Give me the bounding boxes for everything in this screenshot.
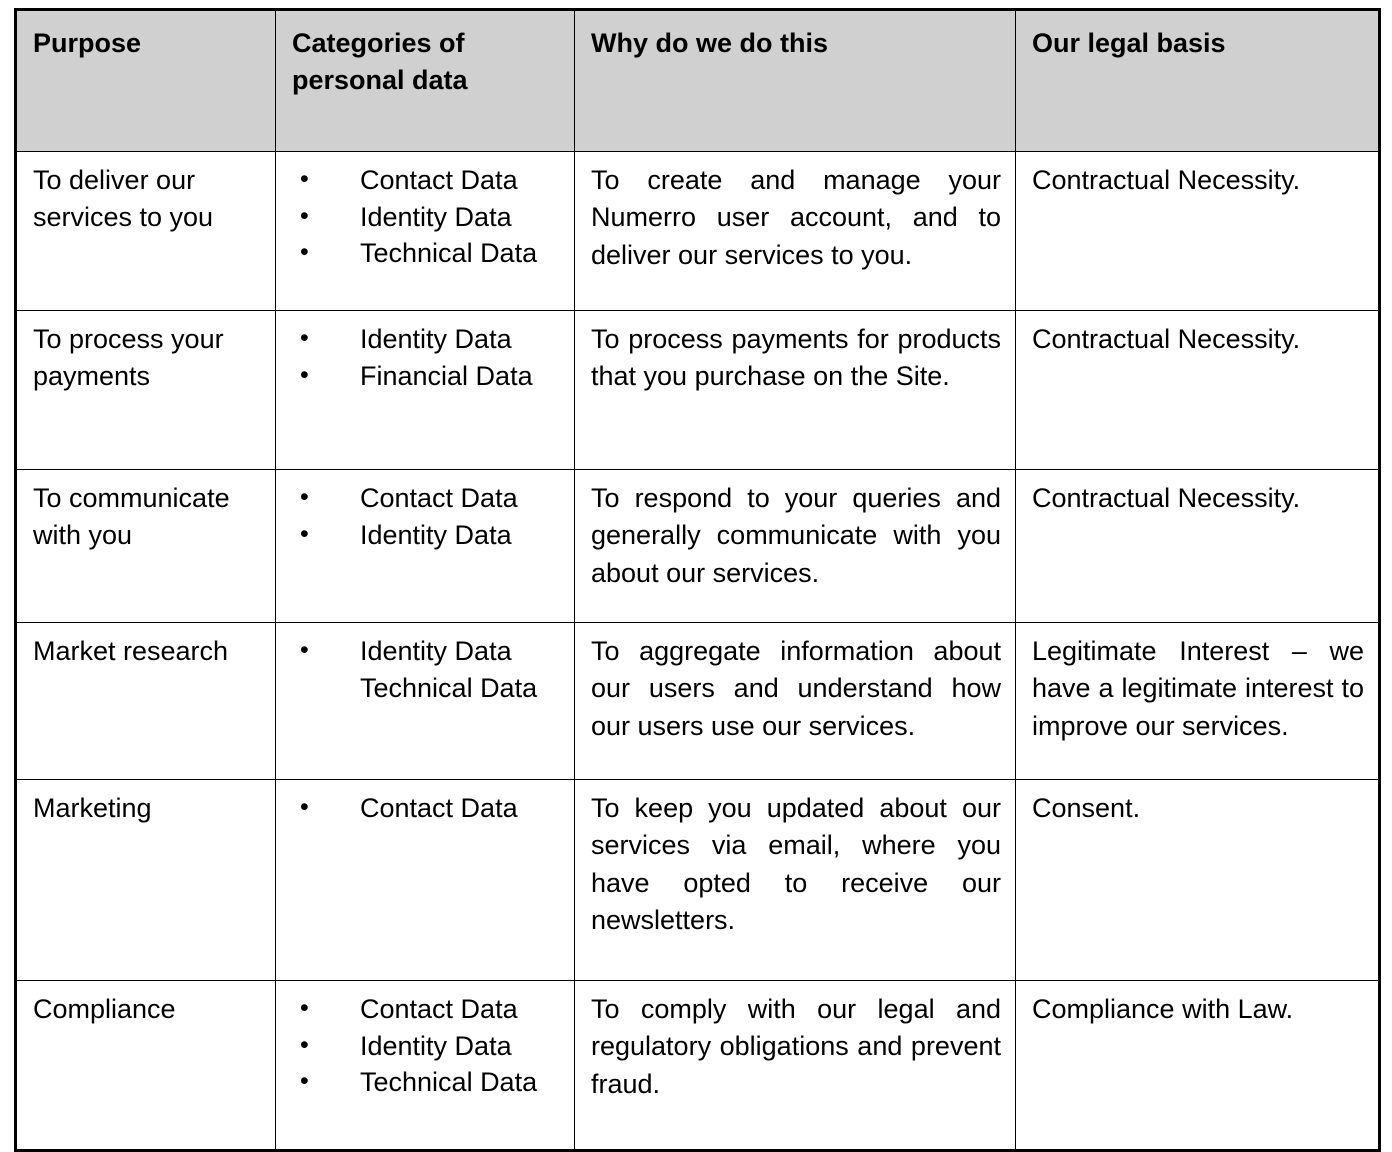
cell-why: To create and manage your Numerro user a…: [574, 151, 1016, 311]
list-item-label: Contact Data: [360, 793, 518, 823]
table-row: To deliver our services to you • Contact …: [15, 151, 1380, 311]
bullet-icon: •: [300, 483, 309, 511]
cell-why-text: To respond to your queries and generally…: [591, 483, 1001, 588]
column-header-purpose-label: Purpose: [33, 28, 142, 58]
list-item-label: Technical Data: [360, 1067, 538, 1098]
list-item-label: Technical Data: [360, 672, 538, 703]
table-row: Compliance • Contact Data • Identity Data …: [15, 980, 1380, 1151]
bullet-icon: •: [300, 1030, 309, 1059]
cell-categories: • Identity Data • Financial Data: [275, 310, 575, 470]
list-item: • Contact Data: [292, 991, 560, 1028]
table-row: Marketing • Contact Data To keep you upda…: [15, 779, 1380, 981]
list-item: Technical Data: [292, 670, 560, 707]
column-header-categories: Categories of personal data: [275, 9, 575, 152]
column-header-categories-label: Categories of personal data: [292, 28, 468, 96]
cell-purpose: To process your payments: [15, 310, 276, 470]
table-body: To deliver our services to you • Contact …: [15, 151, 1380, 1151]
list-item-label: Technical Data: [360, 238, 538, 269]
cell-categories: • Contact Data • Identity Data • Technical …: [275, 151, 575, 311]
list-item: • Financial Data: [292, 358, 560, 395]
list-item-label: Financial Data: [360, 360, 533, 391]
cell-legal-basis: Contractual Necessity.: [1015, 469, 1380, 623]
categories-list: • Identity Data • Financial Data: [292, 321, 560, 394]
list-item: • Contact Data: [292, 790, 560, 827]
list-item-label: Identity Data: [360, 201, 512, 232]
cell-purpose: Market research: [15, 622, 276, 780]
cell-why-text: To comply with our legal and regulatory …: [591, 994, 1001, 1099]
cell-why: To keep you updated about our services v…: [574, 779, 1016, 981]
column-header-purpose: Purpose: [15, 9, 276, 152]
cell-why: To comply with our legal and regulatory …: [574, 980, 1016, 1151]
list-item-label: Contact Data: [360, 165, 518, 195]
cell-why: To process payments for products that yo…: [574, 310, 1016, 470]
list-item-label: Identity Data: [360, 636, 512, 666]
list-item: • Technical Data: [292, 1064, 560, 1101]
bullet-icon: •: [300, 238, 309, 267]
bullet-icon: •: [300, 1067, 309, 1096]
table-row: To process your payments • Identity Data …: [15, 310, 1380, 470]
cell-legal-basis: Contractual Necessity.: [1015, 151, 1380, 311]
table-row: To communicate with you • Contact Data • I…: [15, 469, 1380, 623]
cell-legal-basis: Consent.: [1015, 779, 1380, 981]
bullet-icon: •: [300, 793, 309, 821]
table-header: Purpose Categories of personal data Why …: [15, 9, 1380, 152]
cell-why-text: To keep you updated about our services v…: [591, 793, 1001, 935]
personal-data-purposes-table: Purpose Categories of personal data Why …: [14, 8, 1381, 1152]
cell-legal-basis: Contractual Necessity.: [1015, 310, 1380, 470]
cell-categories: • Contact Data • Identity Data: [275, 469, 575, 623]
categories-list: • Contact Data • Identity Data: [292, 480, 560, 553]
categories-list: • Contact Data: [292, 790, 560, 827]
column-header-why: Why do we do this: [574, 9, 1016, 152]
bullet-icon: •: [300, 994, 309, 1022]
table-header-row: Purpose Categories of personal data Why …: [15, 9, 1380, 152]
bullet-icon: •: [300, 636, 309, 664]
list-item: • Contact Data: [292, 480, 560, 517]
cell-why-text: To create and manage your Numerro user a…: [591, 165, 1001, 270]
bullet-icon: •: [300, 324, 309, 352]
cell-why-text: To aggregate information about our users…: [591, 636, 1001, 741]
list-item: • Identity Data: [292, 633, 560, 670]
column-header-basis: Our legal basis: [1015, 9, 1380, 152]
list-item: • Identity Data: [292, 517, 560, 554]
categories-list: • Identity Data Technical Data: [292, 633, 560, 706]
table-row: Market research • Identity Data Technical…: [15, 622, 1380, 780]
document-page: Purpose Categories of personal data Why …: [0, 0, 1392, 1152]
list-item-label: Identity Data: [360, 519, 512, 550]
cell-categories: • Identity Data Technical Data: [275, 622, 575, 780]
bullet-icon: •: [300, 201, 309, 230]
bullet-icon: •: [300, 360, 309, 389]
list-item: • Identity Data: [292, 321, 560, 358]
cell-purpose: Marketing: [15, 779, 276, 981]
cell-purpose: To communicate with you: [15, 469, 276, 623]
list-item-label: Contact Data: [360, 994, 518, 1024]
column-header-basis-label: Our legal basis: [1032, 28, 1226, 58]
cell-why: To respond to your queries and generally…: [574, 469, 1016, 623]
cell-why-text: To process payments for products that yo…: [591, 324, 1001, 392]
cell-why: To aggregate information about our users…: [574, 622, 1016, 780]
bullet-icon: •: [300, 165, 309, 193]
cell-legal-basis: Legitimate Interest – we have a legitima…: [1015, 622, 1380, 780]
list-item: • Identity Data: [292, 1028, 560, 1065]
cell-purpose: Compliance: [15, 980, 276, 1151]
categories-list: • Contact Data • Identity Data • Technical …: [292, 162, 560, 272]
cell-purpose: To deliver our services to you: [15, 151, 276, 311]
list-item: • Contact Data: [292, 162, 560, 199]
cell-categories: • Contact Data: [275, 779, 575, 981]
list-item: • Identity Data: [292, 199, 560, 236]
categories-list: • Contact Data • Identity Data • Technical …: [292, 991, 560, 1101]
cell-categories: • Contact Data • Identity Data • Technical …: [275, 980, 575, 1151]
list-item: • Technical Data: [292, 235, 560, 272]
list-item-label: Identity Data: [360, 1030, 512, 1061]
list-item-label: Contact Data: [360, 483, 518, 513]
list-item-label: Identity Data: [360, 324, 512, 354]
cell-legal-basis: Compliance with Law.: [1015, 980, 1380, 1151]
column-header-why-label: Why do we do this: [591, 28, 828, 58]
bullet-icon: •: [300, 519, 309, 548]
